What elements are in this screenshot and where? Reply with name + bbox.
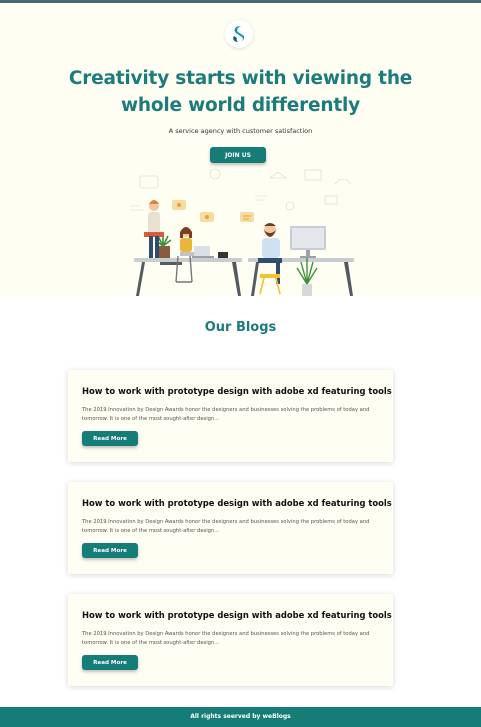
blog-card-title: How to work with prototype design with a…	[82, 610, 392, 620]
brand-logo[interactable]	[225, 20, 253, 48]
read-more-button[interactable]: Read More	[82, 655, 138, 670]
join-us-button[interactable]: JOIN US	[210, 147, 266, 163]
blog-card-excerpt: The 2019 Innovation by Design Awards hon…	[82, 519, 370, 534]
read-more-button[interactable]: Read More	[82, 431, 138, 446]
hero-subtitle: A service agency with customer satisfact…	[168, 127, 313, 135]
hero-section: Creativity starts with viewing the whole…	[0, 3, 481, 296]
read-more-button[interactable]: Read More	[82, 543, 138, 558]
blog-card-excerpt: The 2019 Innovation by Design Awards hon…	[82, 631, 370, 646]
brand-logo-icon	[233, 26, 245, 42]
blog-card-title: How to work with prototype design with a…	[82, 498, 392, 508]
footer: All rights seerved by weBlogs	[0, 707, 481, 727]
blogs-heading: Our Blogs	[204, 320, 277, 335]
blog-card: How to work with prototype design with a…	[68, 370, 393, 462]
blog-card: How to work with prototype design with a…	[68, 594, 393, 686]
team-working-illustration	[130, 168, 354, 296]
blog-card-excerpt: The 2019 Innovation by Design Awards hon…	[82, 407, 370, 422]
hero-title: Creativity starts with viewing the whole…	[68, 68, 413, 116]
blog-card-title: How to work with prototype design with a…	[82, 386, 392, 396]
blog-card: How to work with prototype design with a…	[68, 482, 393, 574]
